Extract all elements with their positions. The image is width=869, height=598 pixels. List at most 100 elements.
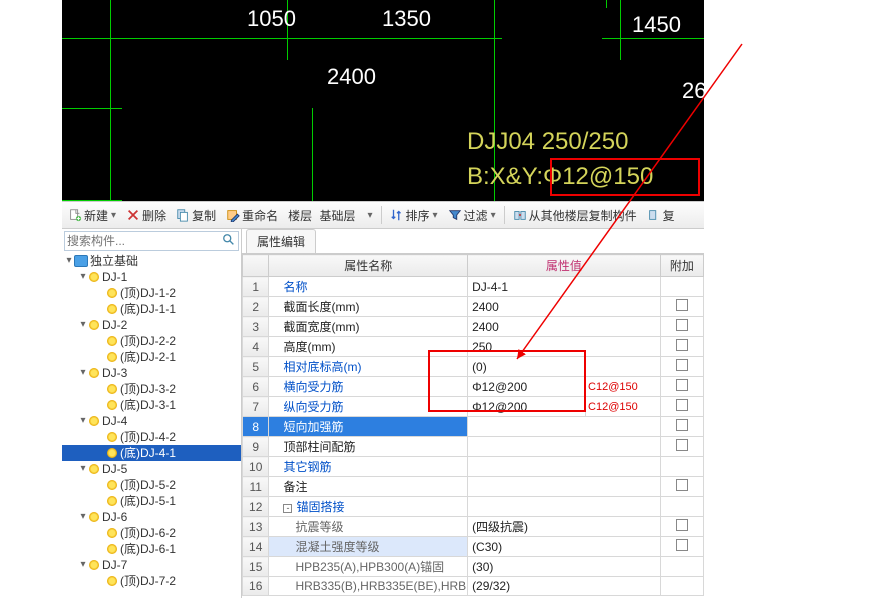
tree-leaf[interactable]: (顶)DJ-2-2 bbox=[62, 333, 241, 349]
grid-rownum: 5 bbox=[243, 357, 269, 377]
grid-propname[interactable]: -锚固搭接 bbox=[269, 497, 468, 517]
grid-propvalue[interactable]: 2400 bbox=[468, 317, 661, 337]
delete-button[interactable]: 删除 bbox=[122, 205, 170, 226]
tree-leaf[interactable]: (顶)DJ-7-2 bbox=[62, 573, 241, 589]
grid-rownum: 16 bbox=[243, 577, 269, 596]
tree-leaf[interactable]: (顶)DJ-4-2 bbox=[62, 429, 241, 445]
grid-propvalue[interactable]: Φ12@200 bbox=[468, 377, 586, 397]
grid-propname[interactable]: 短向加强筋 bbox=[269, 417, 468, 437]
grid-checkbox[interactable] bbox=[660, 397, 703, 417]
grid-rownum: 4 bbox=[243, 337, 269, 357]
tree-leaf[interactable]: (底)DJ-2-1 bbox=[62, 349, 241, 365]
grid-checkbox[interactable] bbox=[660, 477, 703, 497]
grid-checkbox[interactable] bbox=[660, 317, 703, 337]
tree-node[interactable]: ▾DJ-4 bbox=[62, 413, 241, 429]
search-input[interactable] bbox=[67, 234, 222, 248]
grid-checkbox[interactable] bbox=[660, 517, 703, 537]
tree-node[interactable]: ▾DJ-5 bbox=[62, 461, 241, 477]
component-tree[interactable]: ▾独立基础▾DJ-1(顶)DJ-1-2(底)DJ-1-1▾DJ-2(顶)DJ-2… bbox=[62, 253, 241, 598]
grid-propvalue[interactable] bbox=[468, 497, 661, 517]
dim-2400: 2400 bbox=[327, 64, 376, 90]
grid-checkbox[interactable] bbox=[660, 357, 703, 377]
grid-rownum: 10 bbox=[243, 457, 269, 477]
grid-propname[interactable]: 混凝土强度等级 bbox=[269, 537, 468, 557]
grid-rownum: 9 bbox=[243, 437, 269, 457]
filter-button[interactable]: 过滤▾ bbox=[444, 205, 500, 226]
col-rownum bbox=[243, 255, 269, 277]
grid-propvalue[interactable]: 250 bbox=[468, 337, 661, 357]
tree-node[interactable]: ▾DJ-3 bbox=[62, 365, 241, 381]
grid-rownum: 15 bbox=[243, 557, 269, 577]
tree-node[interactable]: ▾DJ-6 bbox=[62, 509, 241, 525]
grid-propname[interactable]: 纵向受力筋 bbox=[269, 397, 468, 417]
grid-checkbox bbox=[660, 577, 703, 596]
grid-propvalue[interactable]: DJ-4-1 bbox=[468, 277, 661, 297]
grid-checkbox bbox=[660, 557, 703, 577]
tree-node[interactable]: ▾DJ-1 bbox=[62, 269, 241, 285]
grid-propname[interactable]: 备注 bbox=[269, 477, 468, 497]
grid-propname[interactable]: HRB335(B),HRB335E(BE),HRBF bbox=[269, 577, 468, 596]
grid-checkbox[interactable] bbox=[660, 437, 703, 457]
grid-checkbox bbox=[660, 457, 703, 477]
tree-leaf[interactable]: (顶)DJ-3-2 bbox=[62, 381, 241, 397]
grid-propname[interactable]: 顶部柱间配筋 bbox=[269, 437, 468, 457]
tree-root[interactable]: ▾独立基础 bbox=[62, 253, 241, 269]
grid-checkbox bbox=[660, 277, 703, 297]
grid-checkbox[interactable] bbox=[660, 537, 703, 557]
copy-button[interactable]: 复制 bbox=[172, 205, 220, 226]
grid-propname[interactable]: 相对底标高(m) bbox=[269, 357, 468, 377]
grid-propvalue[interactable]: Φ12@200 bbox=[468, 397, 586, 417]
grid-rownum: 6 bbox=[243, 377, 269, 397]
col-extra: 附加 bbox=[660, 255, 703, 277]
grid-propname[interactable]: 截面长度(mm) bbox=[269, 297, 468, 317]
tree-leaf[interactable]: (底)DJ-1-1 bbox=[62, 301, 241, 317]
grid-propvalue[interactable] bbox=[468, 477, 661, 497]
tree-leaf[interactable]: (底)DJ-5-1 bbox=[62, 493, 241, 509]
grid-propvalue[interactable] bbox=[468, 417, 661, 437]
grid-propname[interactable]: 抗震等级 bbox=[269, 517, 468, 537]
new-button[interactable]: 新建▾ bbox=[64, 205, 120, 226]
grid-propvalue[interactable]: (0) bbox=[468, 357, 661, 377]
tree-leaf[interactable]: (底)DJ-6-1 bbox=[62, 541, 241, 557]
rename-button[interactable]: 重命名 bbox=[222, 205, 282, 226]
search-input-wrap bbox=[64, 231, 239, 251]
grid-propvalue[interactable]: (C30) bbox=[468, 537, 661, 557]
grid-propname[interactable]: 名称 bbox=[269, 277, 468, 297]
grid-propname[interactable]: 高度(mm) bbox=[269, 337, 468, 357]
grid-correction: C12@150 bbox=[586, 397, 661, 417]
grid-propname[interactable]: HPB235(A),HPB300(A)锚固 bbox=[269, 557, 468, 577]
tree-leaf[interactable]: (顶)DJ-6-2 bbox=[62, 525, 241, 541]
cad-viewport[interactable]: 1050 1350 1450 2400 26 DJJ04 250/250 B:X… bbox=[62, 0, 704, 201]
grid-rownum: 3 bbox=[243, 317, 269, 337]
dup-button[interactable]: 复 bbox=[643, 205, 679, 226]
grid-checkbox bbox=[660, 497, 703, 517]
grid-propvalue[interactable]: (四级抗震) bbox=[468, 517, 661, 537]
copy-from-floor-button[interactable]: 从其他楼层复制构件 bbox=[509, 205, 641, 226]
grid-checkbox[interactable] bbox=[660, 417, 703, 437]
grid-propname[interactable]: 截面宽度(mm) bbox=[269, 317, 468, 337]
tree-leaf[interactable]: (底)DJ-3-1 bbox=[62, 397, 241, 413]
grid-propname[interactable]: 其它钢筋 bbox=[269, 457, 468, 477]
cad-label-1: DJJ04 250/250 bbox=[467, 128, 628, 156]
tree-node[interactable]: ▾DJ-2 bbox=[62, 317, 241, 333]
grid-propvalue[interactable]: (30) bbox=[468, 557, 661, 577]
grid-checkbox[interactable] bbox=[660, 337, 703, 357]
sort-button[interactable]: 排序▾ bbox=[386, 205, 442, 226]
grid-propvalue[interactable] bbox=[468, 437, 661, 457]
tree-leaf[interactable]: (顶)DJ-1-2 bbox=[62, 285, 241, 301]
grid-rownum: 13 bbox=[243, 517, 269, 537]
property-tab[interactable]: 属性编辑 bbox=[242, 229, 704, 253]
grid-propvalue[interactable]: 2400 bbox=[468, 297, 661, 317]
floor-selector[interactable]: 楼层 基础层▾ bbox=[284, 205, 376, 226]
grid-correction: C12@150 bbox=[586, 377, 661, 397]
search-icon[interactable] bbox=[222, 233, 236, 249]
tree-node[interactable]: ▾DJ-7 bbox=[62, 557, 241, 573]
grid-propvalue[interactable] bbox=[468, 457, 661, 477]
grid-propname[interactable]: 横向受力筋 bbox=[269, 377, 468, 397]
highlight-box-cad bbox=[550, 158, 700, 196]
tree-leaf[interactable]: (顶)DJ-5-2 bbox=[62, 477, 241, 493]
grid-propvalue[interactable]: (29/32) bbox=[468, 577, 661, 596]
grid-checkbox[interactable] bbox=[660, 377, 703, 397]
grid-checkbox[interactable] bbox=[660, 297, 703, 317]
tree-leaf[interactable]: (底)DJ-4-1 bbox=[62, 445, 241, 461]
